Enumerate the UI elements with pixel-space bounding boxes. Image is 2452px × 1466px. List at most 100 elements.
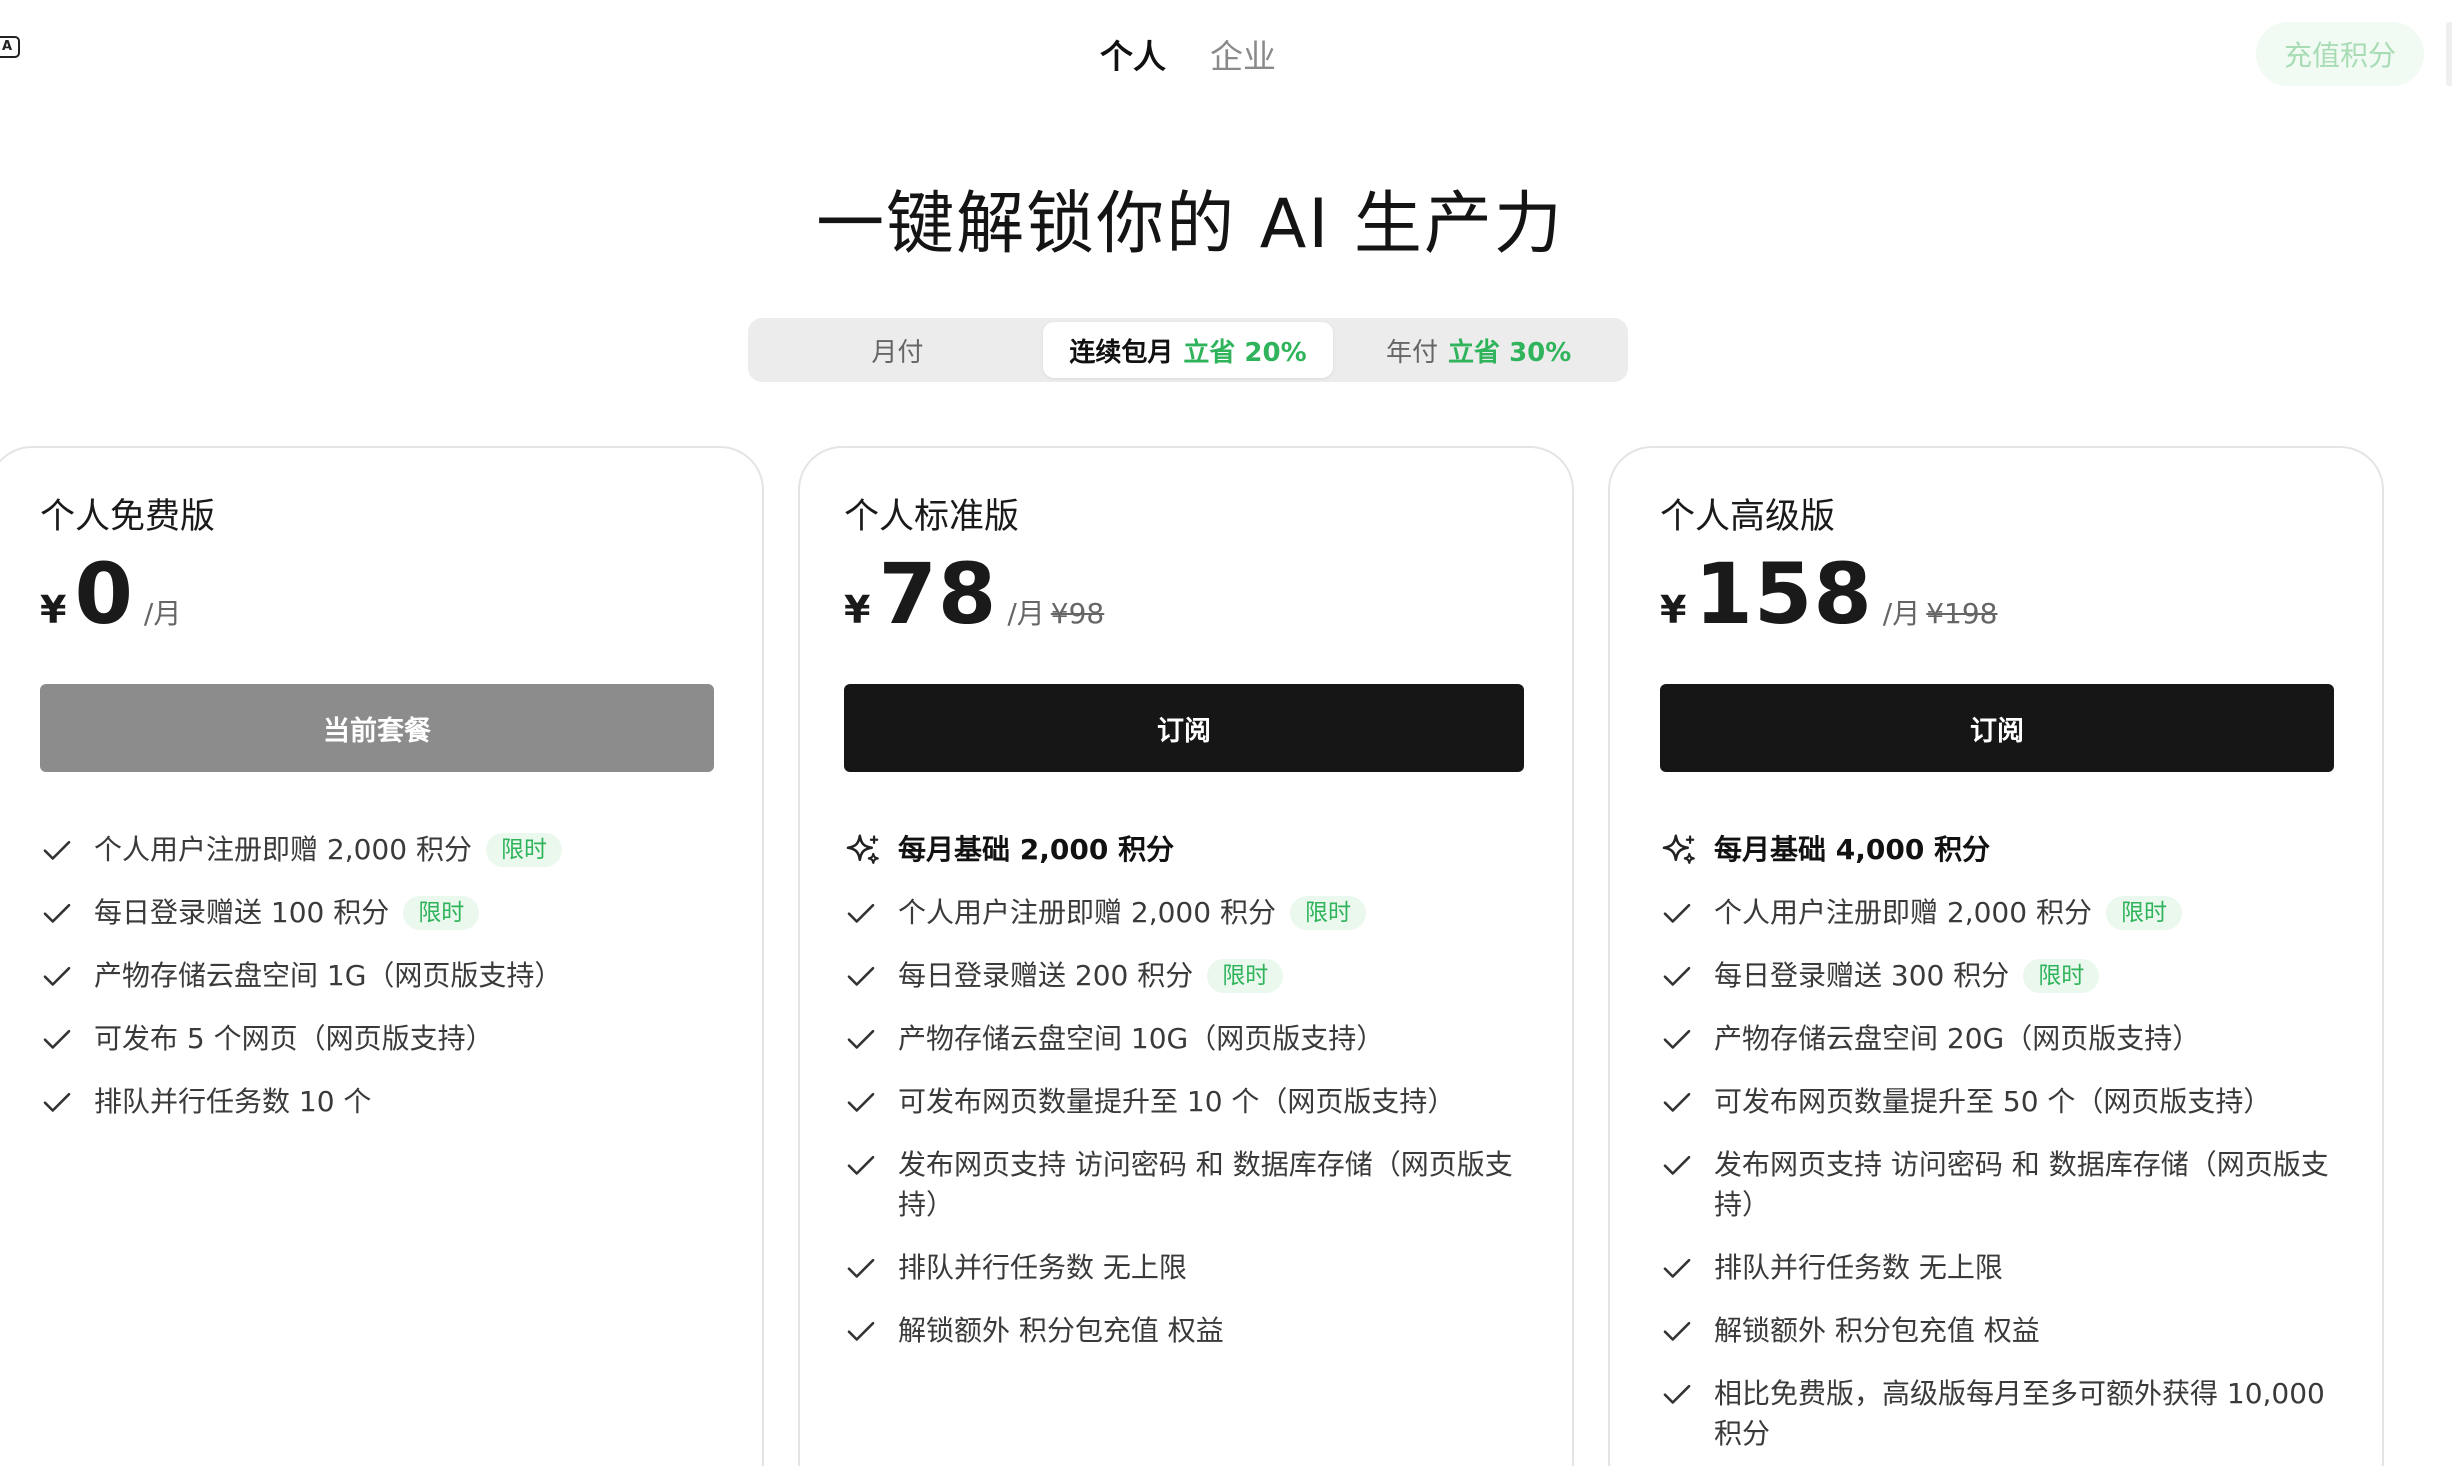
price-period: /月 [1007, 597, 1045, 630]
price-period: /月 [143, 597, 182, 630]
feature-monthly-points: 每月基础 4,000 积分 [1660, 830, 2334, 870]
plan-card-standard: 个人标准版 ¥ 78 /月 ¥98 订阅 每月基础 2,000 积分个人用户注册… [798, 446, 1574, 1466]
currency-symbol: ¥ [844, 588, 871, 632]
recharge-points-button[interactable]: 充值积分 [2256, 22, 2424, 86]
feature-text: 解锁额外 积分包充值 权益 [898, 1314, 1224, 1347]
check-icon [844, 1082, 882, 1122]
feature-text: 每月基础 2,000 积分 [898, 833, 1175, 866]
plan-name: 个人标准版 [844, 497, 1020, 537]
feature-item: 可发布 5 个网页（网页版支持） [40, 1019, 714, 1059]
plan-price: ¥ 158 /月 ¥198 [1660, 552, 1998, 636]
check-icon [1660, 893, 1698, 933]
check-icon [844, 1145, 882, 1185]
limited-time-badge: 限时 [2105, 896, 2182, 930]
feature-text: 个人用户注册即赠 2,000 积分 [94, 833, 472, 866]
mode-tabs: 个人 企业 [1100, 30, 1276, 78]
plan-name: 个人高级版 [1660, 497, 1836, 537]
check-icon [40, 830, 78, 870]
feature-text: 可发布 5 个网页（网页版支持） [94, 1022, 494, 1055]
check-icon [844, 1311, 882, 1351]
feature-list: 每月基础 4,000 积分 个人用户注册即赠 2,000 积分 限时 每日登录赠送 3… [1660, 830, 2334, 1466]
feature-text: 每日登录赠送 100 积分 [94, 896, 390, 929]
check-icon [1660, 1248, 1698, 1288]
feature-text: 可发布网页数量提升至 10 个（网页版支持） [898, 1085, 1456, 1118]
check-icon [844, 1248, 882, 1288]
feature-text: 排队并行任务数 无上限 [898, 1251, 1187, 1284]
current-plan-button[interactable]: 当前套餐 [40, 684, 714, 772]
feature-text: 可发布网页数量提升至 50 个（网页版支持） [1714, 1085, 2272, 1118]
translate-icon[interactable]: A [0, 36, 20, 58]
pricing-page: A 个人 企业 充值积分 一键解锁你的 AI 生产力 月付 连续包月 立省 20… [0, 0, 2452, 1466]
feature-text: 解锁额外 积分包充值 权益 [1714, 1314, 2040, 1347]
limited-time-badge: 限时 [2023, 959, 2100, 993]
check-icon [844, 893, 882, 933]
billing-save-badge: 立省 30% [1448, 337, 1572, 368]
currency-symbol: ¥ [1660, 588, 1687, 632]
billing-option-yearly[interactable]: 年付 立省 30% [1333, 322, 1624, 378]
feature-monthly-points: 每月基础 2,000 积分 [844, 830, 1524, 870]
billing-option-label: 月付 [871, 337, 924, 368]
price-amount: 78 [878, 545, 998, 643]
check-icon [1660, 1311, 1698, 1351]
billing-option-label: 年付 [1386, 337, 1439, 368]
feature-item: 产物存储云盘空间 1G（网页版支持） [40, 956, 714, 996]
plan-name: 个人免费版 [40, 497, 216, 537]
check-icon [1660, 1374, 1698, 1414]
check-icon [1660, 1019, 1698, 1059]
check-icon [844, 956, 882, 996]
feature-item: 排队并行任务数 无上限 [1660, 1248, 2334, 1288]
price-period: /月 [1882, 597, 1921, 630]
feature-item: 个人用户注册即赠 2,000 积分 限时 [1660, 893, 2334, 933]
feature-item: 产物存储云盘空间 10G（网页版支持） [844, 1019, 1524, 1059]
feature-text: 排队并行任务数 无上限 [1714, 1251, 2003, 1284]
sparkle-icon [844, 830, 882, 870]
check-icon [1660, 1082, 1698, 1122]
price-amount: 158 [1694, 545, 1873, 643]
feature-item: 每日登录赠送 200 积分 限时 [844, 956, 1524, 996]
feature-item: 相比免费版，高级版每月至多可额外获得 10,000 积分 [1660, 1374, 2334, 1454]
feature-text: 每日登录赠送 300 积分 [1714, 959, 2010, 992]
check-icon [1660, 1145, 1698, 1185]
tab-enterprise[interactable]: 企业 [1210, 30, 1276, 78]
currency-symbol: ¥ [40, 588, 67, 632]
feature-text: 发布网页支持 访问密码 和 数据库存储（网页版支持） [1714, 1148, 2329, 1221]
feature-list: 个人用户注册即赠 2,000 积分 限时 每日登录赠送 100 积分 限时产物存储云盘… [40, 830, 714, 1145]
feature-item: 发布网页支持 访问密码 和 数据库存储（网页版支持） [1660, 1145, 2334, 1225]
feature-item: 解锁额外 积分包充值 权益 [844, 1311, 1524, 1351]
feature-item: 可发布网页数量提升至 50 个（网页版支持） [1660, 1082, 2334, 1122]
feature-text: 产物存储云盘空间 20G（网页版支持） [1714, 1022, 2201, 1055]
feature-text: 发布网页支持 访问密码 和 数据库存储（网页版支持） [898, 1148, 1513, 1221]
feature-item: 排队并行任务数 10 个 [40, 1082, 714, 1122]
feature-item: 排队并行任务数 无上限 [844, 1248, 1524, 1288]
offscreen-button-edge [2446, 22, 2452, 86]
check-icon [40, 893, 78, 933]
feature-item: 个人用户注册即赠 2,000 积分 限时 [40, 830, 714, 870]
subscribe-button[interactable]: 订阅 [1660, 684, 2334, 772]
limited-time-badge: 限时 [1207, 959, 1284, 993]
feature-item: 每日登录赠送 100 积分 限时 [40, 893, 714, 933]
subscribe-button[interactable]: 订阅 [844, 684, 1524, 772]
plan-price: ¥ 78 /月 ¥98 [844, 552, 1104, 636]
feature-item: 解锁额外 积分包充值 权益 [1660, 1311, 2334, 1351]
billing-option-auto-renew[interactable]: 连续包月 立省 20% [1042, 322, 1334, 378]
feature-item: 发布网页支持 访问密码 和 数据库存储（网页版支持） [844, 1145, 1524, 1225]
plan-card-free: 个人免费版 ¥ 0 /月 当前套餐 个人用户注册即赠 2,000 积分 限时 每日登… [0, 446, 764, 1466]
feature-item: 可发布网页数量提升至 10 个（网页版支持） [844, 1082, 1524, 1122]
feature-item: 个人用户注册即赠 2,000 积分 限时 [844, 893, 1524, 933]
feature-text: 个人用户注册即赠 2,000 积分 [1714, 896, 2092, 929]
check-icon [1660, 956, 1698, 996]
feature-text: 产物存储云盘空间 1G（网页版支持） [94, 959, 563, 992]
billing-option-monthly[interactable]: 月付 [752, 322, 1043, 378]
plan-card-premium: 个人高级版 ¥ 158 /月 ¥198 订阅 每月基础 4,000 积分 个人用户… [1608, 446, 2384, 1466]
feature-list: 每月基础 2,000 积分 个人用户注册即赠 2,000 积分 限时 每日登录赠送 2… [844, 830, 1524, 1374]
sparkle-icon [1660, 830, 1698, 870]
feature-text: 个人用户注册即赠 2,000 积分 [898, 896, 1276, 929]
price-amount: 0 [74, 545, 134, 643]
feature-text: 每日登录赠送 200 积分 [898, 959, 1194, 992]
plan-price: ¥ 0 /月 [40, 552, 181, 636]
tab-personal[interactable]: 个人 [1100, 30, 1166, 78]
check-icon [844, 1019, 882, 1059]
billing-save-badge: 立省 20% [1183, 337, 1307, 368]
feature-item: 每日登录赠送 300 积分 限时 [1660, 956, 2334, 996]
billing-option-label: 连续包月 [1069, 337, 1174, 368]
